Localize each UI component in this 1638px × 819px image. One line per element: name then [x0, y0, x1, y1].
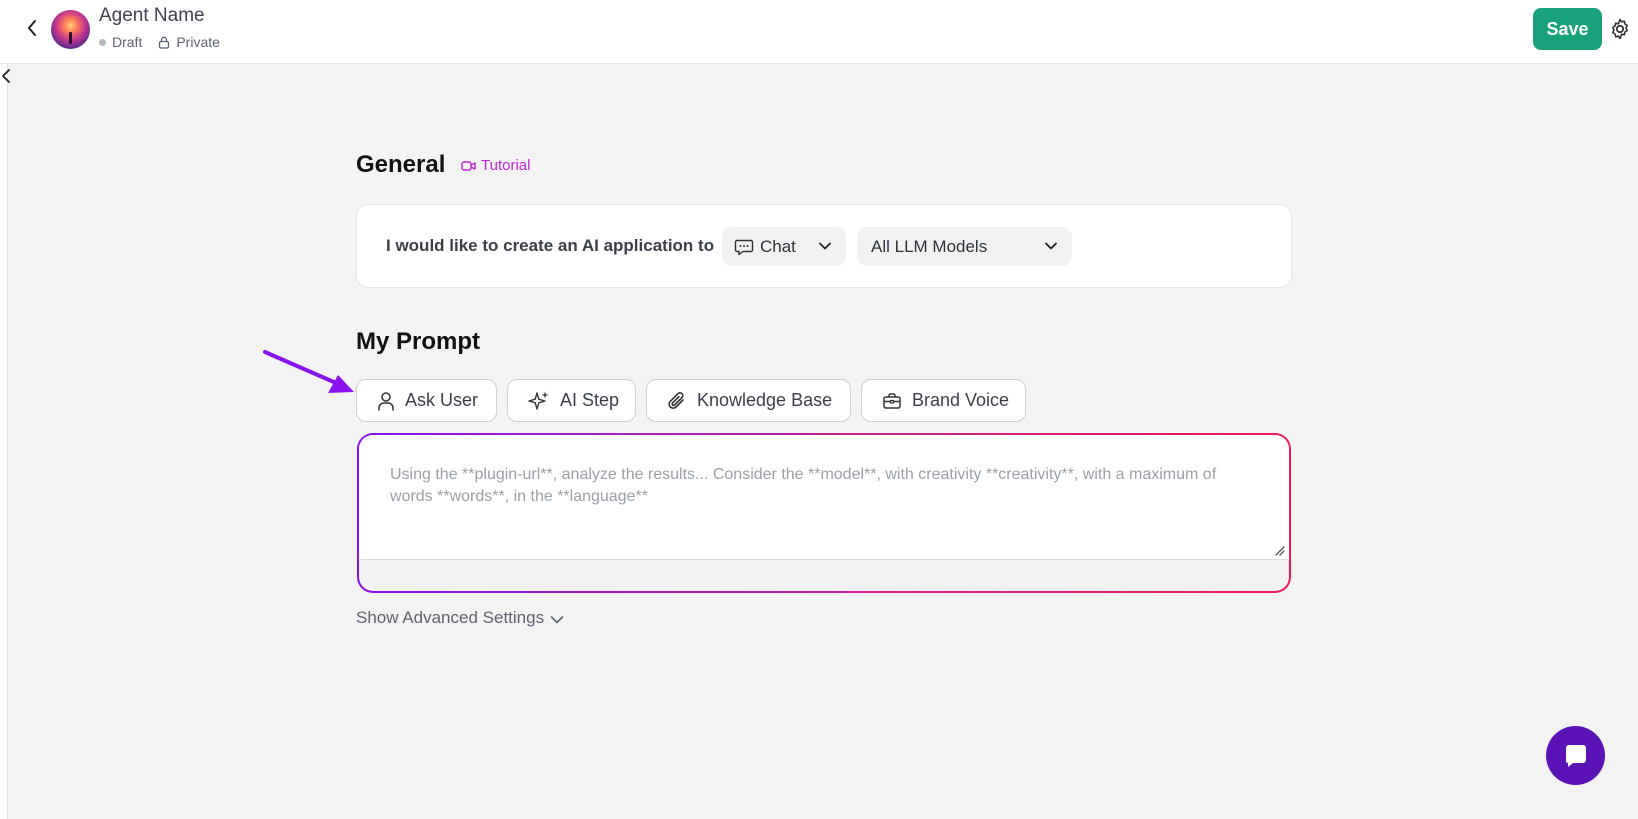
paperclip-icon [668, 391, 684, 409]
ask-user-button[interactable]: Ask User [356, 379, 497, 422]
prompt-editor-inner [359, 435, 1289, 591]
general-section-title: General [356, 151, 446, 178]
support-chat-button[interactable] [1546, 726, 1605, 785]
tutorial-link[interactable]: Tutorial [461, 157, 530, 174]
ai-step-button[interactable]: AI Step [507, 379, 636, 422]
ask-user-label: Ask User [405, 390, 479, 410]
chevron-down-icon [1045, 242, 1057, 250]
prompt-textarea[interactable] [359, 435, 1289, 560]
knowledge-base-button[interactable]: Knowledge Base [646, 379, 851, 422]
lock-icon [158, 36, 170, 49]
brand-voice-button[interactable]: Brand Voice [861, 379, 1026, 422]
status-dot-icon [99, 38, 106, 46]
resize-handle-icon[interactable] [1273, 544, 1285, 556]
app-type-value: Chat [760, 236, 796, 256]
my-prompt-title: My Prompt [356, 328, 481, 355]
show-advanced-settings-toggle[interactable]: Show Advanced Settings [356, 608, 564, 628]
user-icon [378, 391, 394, 411]
chat-bubble-icon [734, 239, 754, 255]
left-sidebar-rail [0, 64, 8, 819]
chevron-left-icon [2, 69, 10, 83]
gear-icon [1612, 18, 1628, 40]
back-button[interactable] [20, 16, 44, 40]
general-card: I would like to create an AI application… [356, 204, 1292, 288]
briefcase-icon [883, 392, 901, 409]
app-type-dropdown[interactable]: Chat [722, 227, 846, 266]
brand-voice-label: Brand Voice [912, 390, 1010, 410]
llm-model-dropdown[interactable]: All LLM Models [857, 227, 1072, 266]
chevron-left-icon [28, 20, 36, 36]
knowledge-base-label: Knowledge Base [697, 390, 833, 410]
agent-name[interactable]: Agent Name [99, 5, 205, 27]
ai-step-label: AI Step [560, 390, 620, 410]
tutorial-label: Tutorial [481, 157, 531, 174]
app-purpose-text: I would like to create an AI application… [386, 236, 715, 255]
chat-icon [1565, 744, 1586, 767]
prompt-editor [357, 433, 1291, 593]
visibility-label: Private [176, 34, 220, 50]
save-button[interactable]: Save [1533, 8, 1602, 50]
video-icon [461, 160, 476, 171]
advanced-settings-label: Show Advanced Settings [356, 608, 545, 627]
top-bar: Agent Name Draft Private Save [0, 0, 1638, 64]
sidebar-toggle-button[interactable] [1, 66, 15, 86]
chevron-down-icon [550, 615, 564, 623]
settings-button[interactable] [1607, 16, 1633, 42]
llm-model-value: All LLM Models [871, 236, 988, 256]
annotation-arrow-icon [263, 350, 354, 393]
status-label: Draft [112, 34, 143, 50]
agent-meta: Draft Private [99, 34, 220, 50]
chevron-down-icon [819, 242, 831, 250]
sparkles-icon [528, 391, 549, 410]
agent-avatar[interactable] [51, 10, 90, 49]
